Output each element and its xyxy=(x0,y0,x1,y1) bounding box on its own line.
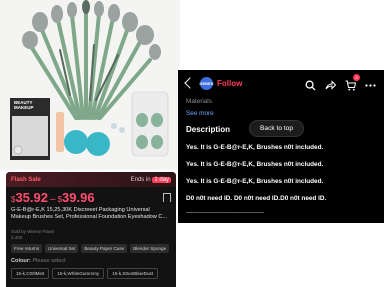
product-title[interactable]: G-E-B@r-E,K 15,25,30K Discreeet Packagin… xyxy=(6,205,176,229)
colour-selector-label: Colour: Please select xyxy=(6,253,176,264)
ends-prefix: Ends in xyxy=(130,176,151,183)
store-logo[interactable]: GEBEK xyxy=(199,76,214,90)
follow-button[interactable]: Follow xyxy=(217,79,242,88)
price-dash: – xyxy=(50,194,56,205)
price-range: $ 35.92 – $ 39.96 xyxy=(6,187,176,205)
variant-options: 15-k,C00lMint 15-k,WhiteGummmy 15-k,S0un… xyxy=(6,264,176,279)
description-line: Yes. It is G-E-B@r-E,K, Brushes n0t incl… xyxy=(186,161,324,168)
see-more-link[interactable]: See more xyxy=(178,110,384,117)
cart-icon[interactable]: 3 xyxy=(345,73,360,90)
description-line: Yes. It is G-E-B@r-E,K, Brushes n0t incl… xyxy=(186,178,324,185)
divider-dashes: ----------------------------------------… xyxy=(186,210,264,216)
price-low: 35.92 xyxy=(15,190,48,205)
bookmark-icon[interactable] xyxy=(163,193,171,202)
store-description-panel: GEBEK Follow 3 Materials See more Descri… xyxy=(178,70,384,223)
description-line: Yes. It is G-E-B@r-E,K, Brushes n0t incl… xyxy=(186,144,324,151)
colour-hint: Please select xyxy=(32,258,66,264)
brush-set-illustration xyxy=(10,0,169,160)
sale-countdown: Ends in 1 day xyxy=(130,176,171,183)
search-icon[interactable] xyxy=(305,78,316,90)
cart-count-badge: 3 xyxy=(353,73,360,81)
back-to-top-button[interactable]: Back to top xyxy=(249,120,304,137)
variant-option-white-gummy[interactable]: 15-k,WhiteGummmy xyxy=(52,268,105,279)
flash-sale-label: Flash Sale xyxy=(11,176,41,183)
box-label: BEAUTY MAKEUP xyxy=(14,100,34,110)
price-high: 39.96 xyxy=(62,190,95,205)
feature-tags: Free returns Universal Set Beauty Paper … xyxy=(6,241,176,253)
materials-label: Materials xyxy=(186,98,212,105)
product-panel: BEAUTY MAKEUP Flash Sale Ends in 1 day $… xyxy=(0,0,180,287)
variant-option-blue-dust[interactable]: 15-k,S0untBlueDust xyxy=(107,268,159,279)
tag-blender-sponge[interactable]: Blender Sponge xyxy=(130,244,170,253)
more-icon[interactable] xyxy=(365,78,376,89)
tag-universal-set[interactable]: Universal Set xyxy=(45,244,79,253)
ends-value: 1 day xyxy=(152,176,171,183)
description-line: D0 n0t need ID. D0 n0t need ID.D0 n0t ne… xyxy=(186,195,327,202)
tag-beauty-paper-case[interactable]: Beauty Paper Case xyxy=(81,244,128,253)
flash-sale-banner: Flash Sale Ends in 1 day xyxy=(6,172,176,187)
tag-free-returns[interactable]: Free returns xyxy=(11,244,43,253)
colour-label: Colour: xyxy=(11,258,31,264)
back-chevron-icon[interactable] xyxy=(184,77,196,89)
top-navigation-bar: GEBEK Follow 3 xyxy=(178,70,384,96)
product-image[interactable]: BEAUTY MAKEUP xyxy=(0,0,180,170)
share-icon[interactable] xyxy=(325,78,337,90)
variant-option-cool-mint[interactable]: 15-k,C00lMint xyxy=(11,268,50,279)
product-info-card: Flash Sale Ends in 1 day $ 35.92 – $ 39.… xyxy=(6,172,176,287)
top-icons: 3 xyxy=(305,73,376,90)
